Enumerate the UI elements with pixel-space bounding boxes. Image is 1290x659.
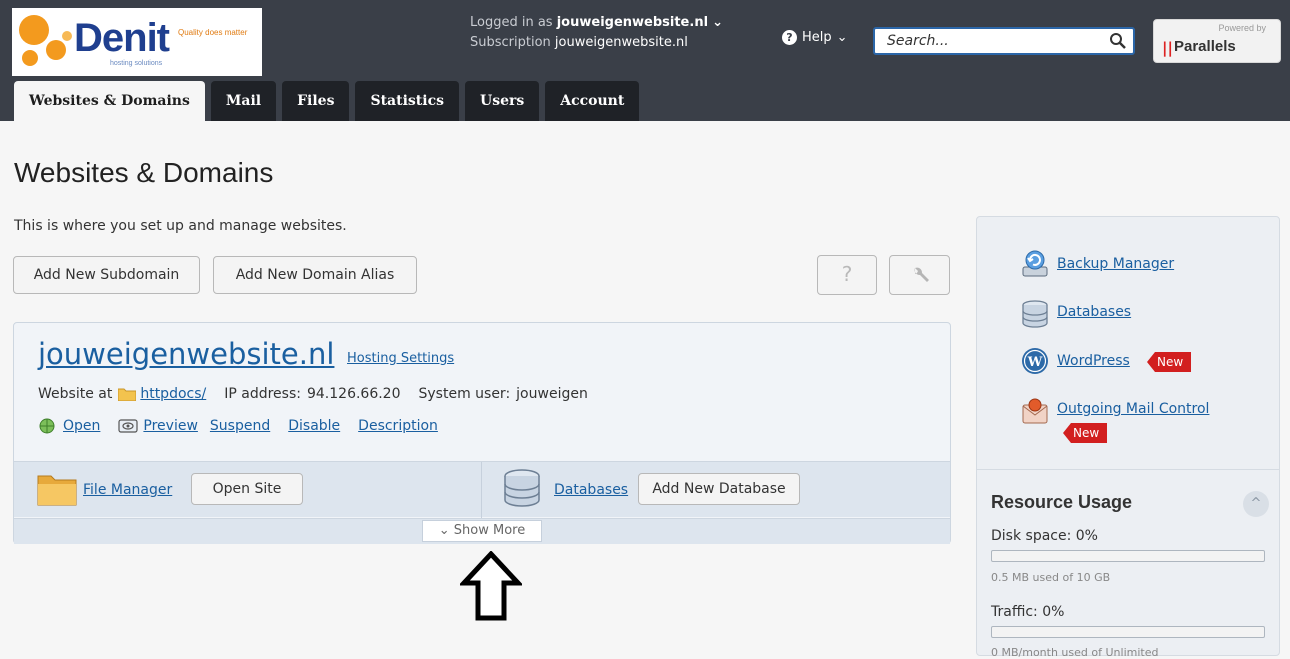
tab-statistics[interactable]: Statistics xyxy=(355,81,459,121)
chevron-down-icon: ⌄ xyxy=(438,523,450,538)
main-tabs: Websites & Domains Mail Files Statistics… xyxy=(14,81,645,121)
subscription-value[interactable]: jouweigenwebsite.nl xyxy=(555,35,688,50)
traffic-bar xyxy=(991,626,1265,638)
suspend-link[interactable]: Suspend xyxy=(210,418,270,434)
search-icon[interactable] xyxy=(1109,32,1127,50)
database-icon xyxy=(1022,300,1048,328)
sidebar-divider xyxy=(977,469,1279,470)
disk-space-bar xyxy=(991,550,1265,562)
chevron-down-icon: ⌄ xyxy=(836,30,848,45)
tab-users[interactable]: Users xyxy=(464,81,540,121)
domain-actions: Open Preview Suspend Disable Description xyxy=(38,418,456,434)
sidebar-databases-link[interactable]: Databases xyxy=(1057,304,1131,320)
right-sidebar: Backup Manager Databases W WordPress New… xyxy=(976,216,1280,659)
preview-label: Preview xyxy=(143,418,198,434)
svg-text:W: W xyxy=(1027,355,1043,370)
domain-card: jouweigenwebsite.nl Hosting Settings Web… xyxy=(13,322,951,544)
disable-link[interactable]: Disable xyxy=(288,418,340,434)
tab-account[interactable]: Account xyxy=(545,81,640,121)
wrench-icon xyxy=(914,267,929,282)
parallels-bars-icon: || xyxy=(1162,39,1173,57)
up-arrow-annotation-icon xyxy=(460,551,522,621)
docroot-link[interactable]: httpdocs/ xyxy=(140,386,206,402)
open-link[interactable]: Open xyxy=(38,418,100,434)
system-user-label: System user: xyxy=(418,386,511,402)
traffic-label: Traffic: 0% xyxy=(991,604,1065,620)
resource-usage-title: Resource Usage xyxy=(991,492,1133,512)
disk-space-used: 0.5 MB used of 10 GB xyxy=(991,571,1111,584)
tab-websites-domains[interactable]: Websites & Domains xyxy=(14,81,205,121)
wordpress-link[interactable]: WordPress xyxy=(1057,353,1130,369)
preview-icon xyxy=(118,419,139,433)
user-menu[interactable]: jouweigenwebsite.nl xyxy=(557,15,708,30)
denit-logo[interactable]: Denit Quality does matter hosting soluti… xyxy=(12,8,262,76)
logged-in-label: Logged in as xyxy=(470,15,553,30)
backup-icon xyxy=(1022,250,1048,277)
file-manager-link[interactable]: File Manager xyxy=(83,482,172,498)
login-info: Logged in as jouweigenwebsite.nl ⌄ Subsc… xyxy=(470,13,770,53)
globe-icon xyxy=(39,418,55,434)
page-description: This is where you set up and manage webs… xyxy=(14,218,347,234)
tab-files[interactable]: Files xyxy=(282,81,350,121)
hosting-settings-link[interactable]: Hosting Settings xyxy=(347,351,454,366)
logo-word: Denit xyxy=(74,16,170,60)
file-manager-icon xyxy=(37,475,77,506)
preview-link[interactable]: Preview xyxy=(118,418,198,434)
add-domain-alias-button[interactable]: Add New Domain Alias xyxy=(213,256,417,294)
mail-control-new-badge: New xyxy=(1063,423,1108,443)
system-user-value: jouweigen xyxy=(516,386,588,402)
databases-link[interactable]: Databases xyxy=(554,482,628,498)
tools-divider xyxy=(481,462,482,518)
page-title: Websites & Domains xyxy=(14,157,274,188)
wordpress-new-badge: New xyxy=(1147,352,1192,372)
help-icon: ? xyxy=(782,30,797,45)
subscription-label: Subscription xyxy=(470,35,551,50)
domain-name-link[interactable]: jouweigenwebsite.nl xyxy=(38,337,334,371)
tab-mail[interactable]: Mail xyxy=(210,81,277,121)
logo-tagline: Quality does matter xyxy=(178,28,248,37)
logo-subline: hosting solutions xyxy=(110,60,163,67)
ip-label: IP address: xyxy=(224,386,301,402)
folder-icon xyxy=(118,388,137,401)
logo-dots-icon xyxy=(19,15,72,66)
powered-by-label: Powered by xyxy=(1218,23,1266,33)
help-menu[interactable]: ? Help ⌄ xyxy=(782,30,848,45)
tools-button[interactable] xyxy=(889,255,950,295)
top-bar: Denit Quality does matter hosting soluti… xyxy=(0,0,1290,121)
add-new-database-button[interactable]: Add New Database xyxy=(638,473,800,505)
search-box xyxy=(873,27,1135,55)
description-link[interactable]: Description xyxy=(358,418,438,434)
parallels-name: Parallels xyxy=(1174,38,1236,55)
open-site-button[interactable]: Open Site xyxy=(191,473,303,505)
chevron-down-icon[interactable]: ⌄ xyxy=(712,15,723,30)
disk-space-label: Disk space: 0% xyxy=(991,528,1098,544)
outgoing-mail-control-link[interactable]: Outgoing Mail Control xyxy=(1057,401,1209,417)
website-info-line: Website at httpdocs/ IP address: 94.126.… xyxy=(38,386,588,402)
database-icon xyxy=(504,469,540,507)
mail-control-icon xyxy=(1022,398,1048,424)
ip-value: 94.126.66.20 xyxy=(306,386,401,402)
help-label: Help xyxy=(802,30,832,45)
chevron-up-icon[interactable]: ^ xyxy=(1243,491,1269,517)
powered-by-parallels[interactable]: Powered by || Parallels xyxy=(1153,19,1281,63)
help-button[interactable]: ? xyxy=(817,255,877,295)
wordpress-icon: W xyxy=(1022,348,1048,374)
backup-manager-link[interactable]: Backup Manager xyxy=(1057,256,1174,272)
search-input[interactable] xyxy=(875,29,1105,53)
domain-tools-row: File Manager Open Site Databases Add New… xyxy=(14,461,950,518)
add-subdomain-button[interactable]: Add New Subdomain xyxy=(13,256,200,294)
show-more-row: ⌄ Show More xyxy=(14,518,950,544)
website-at-label: Website at xyxy=(38,386,113,402)
show-more-button[interactable]: ⌄ Show More xyxy=(422,520,542,542)
show-more-label: Show More xyxy=(453,523,526,538)
open-label: Open xyxy=(63,418,101,434)
